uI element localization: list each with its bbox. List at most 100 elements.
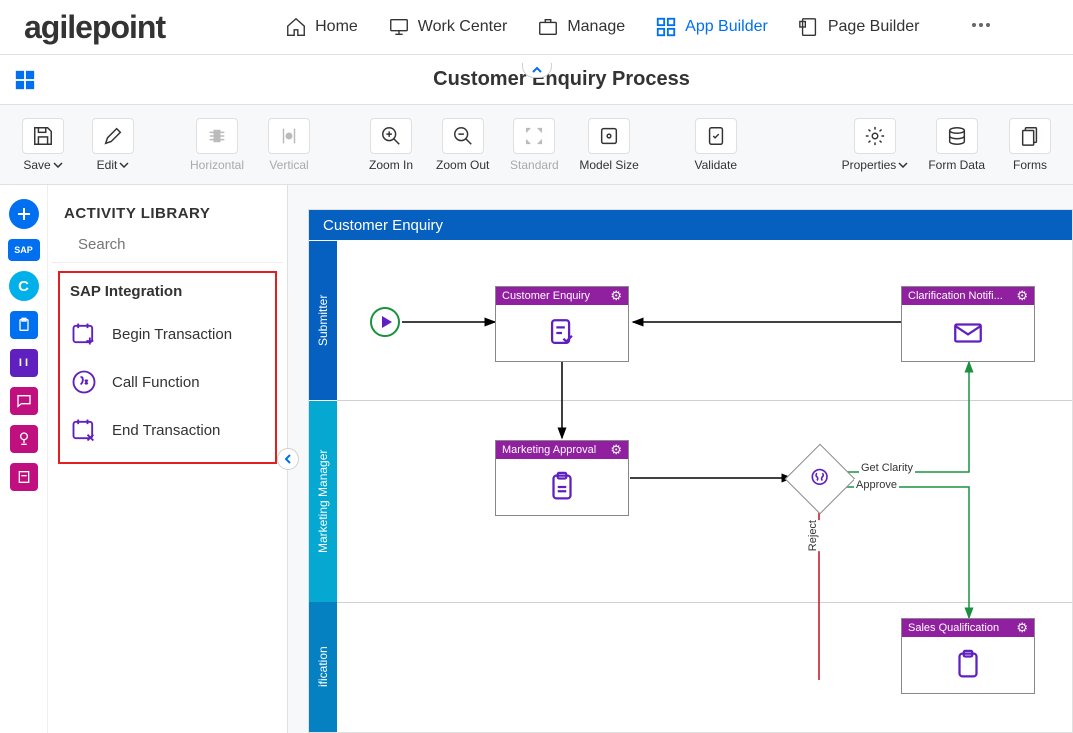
add-button[interactable]	[9, 199, 39, 229]
gateway-icon	[809, 466, 831, 488]
page-title: Customer Enquiry Process	[50, 68, 1073, 91]
rail-doc-button[interactable]	[10, 463, 38, 491]
gear-icon	[864, 125, 886, 147]
edge-label-approve: Approve	[854, 479, 899, 491]
app-builder-icon	[655, 16, 677, 38]
nav-work-center[interactable]: Work Center	[388, 16, 508, 38]
canvas-header: Customer Enquiry	[309, 210, 1072, 240]
home-icon	[285, 16, 307, 38]
gateway-decision[interactable]	[785, 444, 856, 515]
task-clarification-notification[interactable]: Clarification Notifi...⚙	[901, 286, 1035, 362]
logo: agilepoint	[24, 9, 165, 46]
c-icon: C	[18, 278, 29, 295]
chevron-down-icon	[898, 162, 908, 168]
plus-icon	[16, 206, 32, 222]
chevron-up-icon	[531, 66, 543, 74]
align-horizontal-icon	[206, 125, 228, 147]
activity-begin-transaction[interactable]: Begin Transaction	[70, 310, 265, 358]
document-icon	[16, 469, 32, 485]
end-transaction-icon	[70, 416, 98, 444]
forms-icon	[1019, 125, 1041, 147]
icon-rail: SAP C I I	[0, 185, 48, 733]
validate-button[interactable]: Validate	[685, 111, 747, 179]
library-title: ACTIVITY LIBRARY	[48, 205, 287, 234]
standard-button[interactable]: Standard	[503, 111, 565, 179]
task-sales-qualification[interactable]: Sales Qualification⚙	[901, 618, 1035, 694]
nav-app-builder[interactable]: App Builder	[655, 16, 768, 38]
begin-transaction-icon	[70, 320, 98, 348]
activity-library-panel: ACTIVITY LIBRARY SAP Integration Begin T…	[48, 185, 288, 733]
start-node[interactable]	[370, 307, 400, 337]
presentation-icon	[16, 431, 32, 447]
call-function-icon	[70, 368, 98, 396]
sap-tab[interactable]: SAP	[8, 239, 40, 261]
edge-label-get-clarity: Get Clarity	[859, 462, 915, 474]
h-icon: I I	[19, 357, 28, 369]
category-title: SAP Integration	[70, 283, 265, 300]
apps-button[interactable]	[0, 69, 50, 91]
nav-home[interactable]: Home	[285, 16, 358, 38]
zoom-in-button[interactable]: Zoom In	[360, 111, 422, 179]
activity-end-transaction[interactable]: End Transaction	[70, 406, 265, 454]
nav-page-builder[interactable]: Page Builder	[798, 16, 920, 38]
edge-label-reject: Reject	[805, 520, 821, 551]
properties-button[interactable]: Properties	[836, 111, 915, 179]
database-icon	[946, 125, 968, 147]
form-check-icon	[545, 316, 579, 350]
gear-icon[interactable]: ⚙	[1016, 620, 1028, 636]
chevron-down-icon	[119, 162, 129, 168]
lane-qualification[interactable]: ification	[309, 602, 337, 732]
rail-presentation-button[interactable]	[10, 425, 38, 453]
lane-submitter[interactable]: Submitter	[309, 240, 337, 400]
zoom-out-button[interactable]: Zoom Out	[430, 111, 495, 179]
briefcase-icon	[537, 16, 559, 38]
page-builder-icon	[798, 16, 820, 38]
zoom-in-icon	[380, 125, 402, 147]
vertical-button[interactable]: Vertical	[258, 111, 320, 179]
gear-icon[interactable]: ⚙	[1016, 288, 1028, 304]
sap-integration-category: SAP Integration Begin Transaction Call F…	[58, 271, 277, 464]
grid-icon	[14, 69, 36, 91]
zoom-out-icon	[452, 125, 474, 147]
nav-more[interactable]	[969, 13, 993, 42]
mail-icon	[951, 316, 985, 350]
chat-icon	[16, 393, 32, 409]
edit-button[interactable]: Edit	[82, 111, 144, 179]
canvas-wrap: Customer Enquiry Submitter Marketing Man…	[288, 185, 1073, 733]
forms-button[interactable]: Forms	[999, 111, 1061, 179]
task-customer-enquiry[interactable]: Customer Enquiry⚙	[495, 286, 629, 362]
save-button[interactable]: Save	[12, 111, 74, 179]
rail-c-button[interactable]: C	[9, 271, 39, 301]
clipboard-task-icon	[951, 648, 985, 682]
save-icon	[32, 125, 54, 147]
sap-icon: SAP	[14, 245, 33, 255]
rail-clipboard-button[interactable]	[10, 311, 38, 339]
clipboard-task-icon	[545, 470, 579, 504]
validate-icon	[705, 125, 727, 147]
clipboard-icon	[16, 317, 32, 333]
form-data-button[interactable]: Form Data	[922, 111, 991, 179]
chevron-left-icon	[283, 454, 293, 464]
top-nav: agilepoint Home Work Center Manage App B…	[0, 0, 1073, 55]
activity-call-function[interactable]: Call Function	[70, 358, 265, 406]
model-size-button[interactable]: Model Size	[573, 111, 644, 179]
fit-standard-icon	[523, 125, 545, 147]
nav-manage[interactable]: Manage	[537, 16, 625, 38]
monitor-icon	[388, 16, 410, 38]
panel-collapse[interactable]	[277, 448, 299, 470]
lane-marketing-manager[interactable]: Marketing Manager	[309, 400, 337, 602]
search-input[interactable]	[78, 236, 277, 253]
toolbar: Save Edit Horizontal Vertical Zoom In Zo…	[0, 105, 1073, 185]
chevron-down-icon	[53, 162, 63, 168]
pencil-icon	[102, 125, 124, 147]
task-marketing-approval[interactable]: Marketing Approval⚙	[495, 440, 629, 516]
process-canvas[interactable]: Customer Enquiry Submitter Marketing Man…	[308, 209, 1073, 733]
rail-header-button[interactable]: I I	[10, 349, 38, 377]
horizontal-button[interactable]: Horizontal	[184, 111, 250, 179]
model-size-icon	[598, 125, 620, 147]
more-icon	[969, 13, 993, 37]
gear-icon[interactable]: ⚙	[610, 442, 622, 458]
align-vertical-icon	[278, 125, 300, 147]
gear-icon[interactable]: ⚙	[610, 288, 622, 304]
rail-chat-button[interactable]	[10, 387, 38, 415]
